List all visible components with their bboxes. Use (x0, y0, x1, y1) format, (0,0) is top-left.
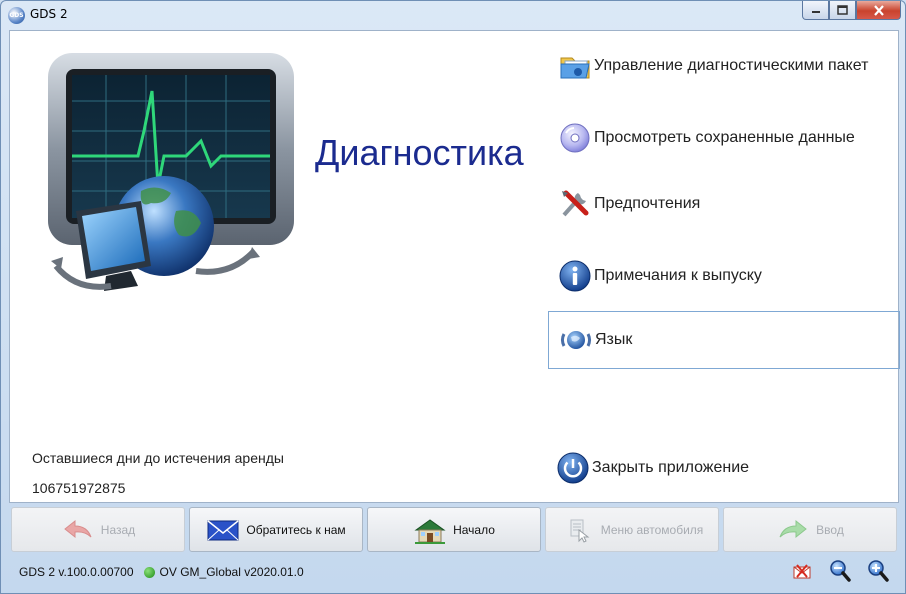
home-button[interactable]: Начало (367, 507, 541, 552)
menu-item-close-application[interactable]: Закрыть приложение (546, 439, 898, 497)
back-button[interactable]: Назад (11, 507, 185, 552)
menu-item-label: Язык (595, 331, 633, 348)
menu-item-preferences[interactable]: Предпочтения (548, 175, 900, 233)
database-version-text: OV GM_Global v2020.01.0 (159, 565, 304, 579)
navigation-bar: Назад Обратитесь к нам Начало Меню автом… (9, 505, 899, 555)
message-alert-icon[interactable] (791, 559, 813, 583)
window-title: GDS 2 (30, 7, 68, 21)
menu-item-view-saved-data[interactable]: Просмотреть сохраненные данные (548, 109, 900, 167)
application-window: GDS GDS 2 Диагностика Управление диагнос… (0, 0, 906, 594)
power-icon (556, 451, 590, 485)
zoom-in-icon[interactable] (867, 559, 889, 583)
menu-item-label: Примечания к выпуску (594, 267, 762, 284)
status-bar: GDS 2 v.100.0.00700 OV GM_Global v2020.0… (9, 557, 899, 587)
contact-us-label: Обратитесь к нам (246, 522, 346, 537)
menu-item-manage-diagnostic-packages[interactable]: Управление диагностическими пакет (548, 37, 900, 95)
vehicle-menu-icon (561, 517, 595, 543)
gds-app-icon: GDS (8, 7, 25, 24)
menu-item-label: Просмотреть сохраненные данные (594, 129, 855, 146)
home-label: Начало (453, 522, 495, 537)
menu-item-language[interactable]: Язык (548, 311, 900, 369)
minimize-icon (811, 11, 820, 13)
menu-item-label: Предпочтения (594, 195, 701, 212)
enter-button[interactable]: Ввод (723, 507, 897, 552)
title-bar[interactable]: GDS GDS 2 (1, 1, 905, 29)
zoom-out-icon[interactable] (829, 559, 851, 583)
disc-icon (558, 121, 592, 155)
version-text: GDS 2 v.100.0.00700 (19, 565, 134, 579)
menu-item-release-notes[interactable]: Примечания к выпуску (548, 247, 900, 305)
close-button[interactable] (856, 1, 901, 20)
language-icon (559, 323, 593, 357)
maximize-icon (837, 5, 848, 15)
menu-item-label: Закрыть приложение (592, 459, 750, 476)
minimize-button[interactable] (802, 1, 829, 20)
diagnostics-illustration (46, 51, 296, 296)
main-panel: Диагностика Управление диагностическими … (9, 30, 900, 503)
back-button-label: Назад (100, 522, 136, 537)
close-icon (873, 4, 884, 16)
page-title: Диагностика (315, 132, 524, 173)
home-icon (413, 517, 447, 544)
back-arrow-icon (61, 517, 95, 543)
envelope-icon (206, 517, 240, 543)
info-icon (558, 259, 592, 293)
vehicle-menu-button[interactable]: Меню автомобиля (545, 507, 719, 552)
contact-us-button[interactable]: Обратитесь к нам (189, 507, 363, 552)
folder-package-icon (558, 49, 592, 83)
maximize-button[interactable] (829, 1, 856, 20)
lease-days-label: Оставшиеся дни до истечения аренды (32, 450, 284, 466)
lease-days-value: 106751972875 (32, 480, 126, 496)
database-status-indicator (143, 566, 155, 578)
tools-icon (558, 187, 592, 221)
menu-item-label: Управление диагностическими пакет (594, 57, 869, 74)
enter-label: Ввод (816, 522, 844, 537)
vehicle-menu-label: Меню автомобиля (600, 522, 704, 537)
forward-arrow-icon (776, 517, 810, 543)
